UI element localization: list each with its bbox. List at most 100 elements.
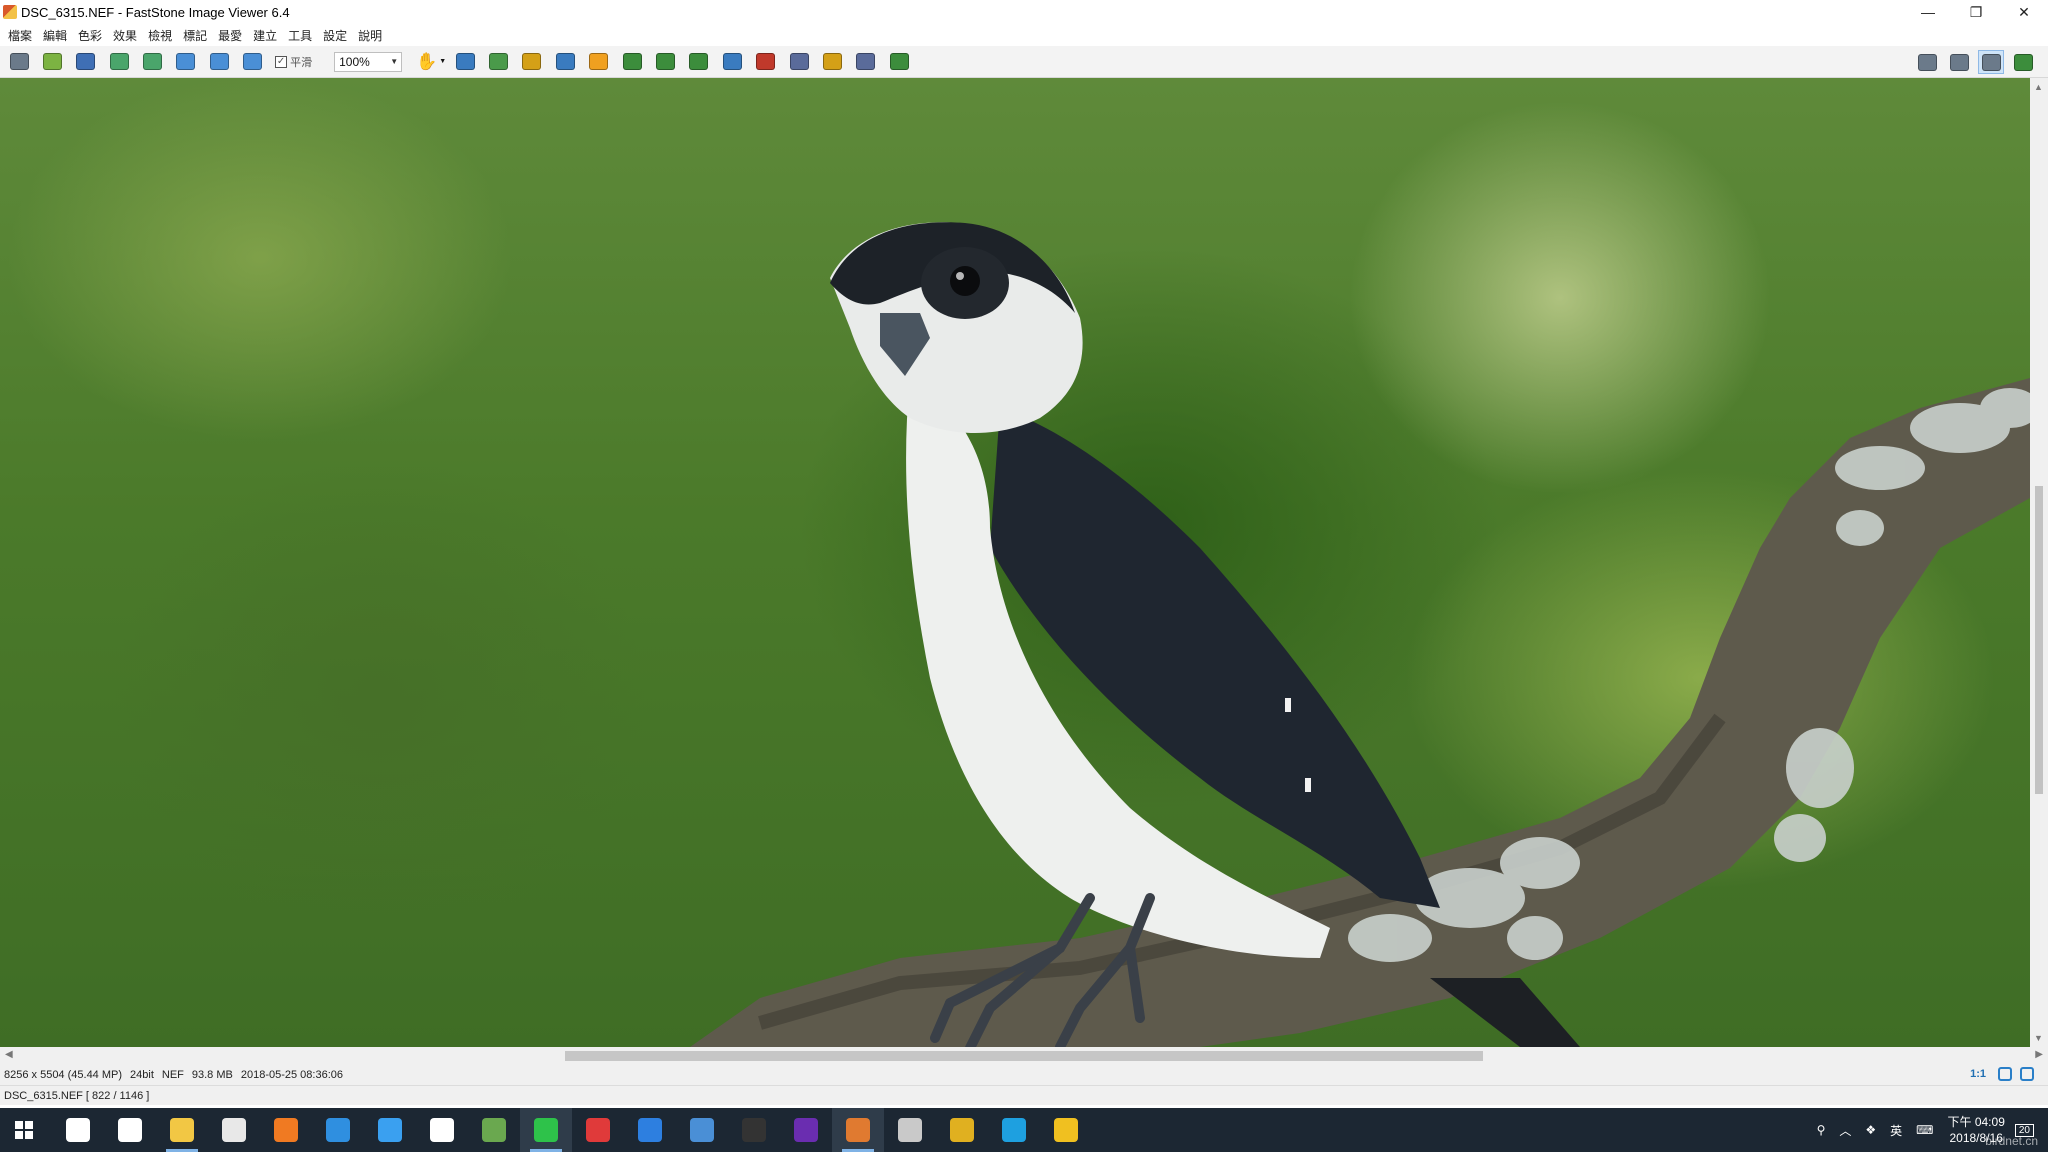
slideshow-icon <box>756 53 776 70</box>
actual-size-button[interactable]: 1:1 <box>1970 1068 1986 1080</box>
zoom-select[interactable]: 100% ▼ <box>334 51 403 72</box>
flip-icon <box>722 53 742 70</box>
image-viewer[interactable] <box>0 78 2030 1047</box>
draw-button[interactable] <box>786 50 812 74</box>
taskbar-faststone[interactable] <box>832 1108 884 1152</box>
close-button[interactable]: ✕ <box>2000 0 2048 24</box>
brightness-button[interactable] <box>586 50 612 74</box>
minimize-button[interactable]: — <box>1904 0 1952 24</box>
start-button[interactable] <box>0 1108 48 1152</box>
slideshow-button[interactable] <box>753 50 779 74</box>
tray-time: 下午 04:09 <box>1947 1115 2005 1129</box>
next-button[interactable] <box>140 50 166 74</box>
avast-icon <box>274 1118 298 1142</box>
image-filesize: 93.8 MB <box>191 1069 233 1081</box>
flip-button[interactable] <box>719 50 745 74</box>
menu-favorites[interactable]: 最愛 <box>214 27 249 44</box>
taskbar-firefox[interactable] <box>676 1108 728 1152</box>
horizontal-scrollbar[interactable]: ◀ ▶ <box>0 1047 2048 1065</box>
menu-tag[interactable]: 標記 <box>179 27 214 44</box>
taskbar-penguin[interactable] <box>1040 1108 1092 1152</box>
taskbar-line[interactable] <box>520 1108 572 1152</box>
taskbar-film[interactable] <box>884 1108 936 1152</box>
crop-button[interactable] <box>486 50 512 74</box>
cloud-icon <box>378 1118 402 1142</box>
menu-edit[interactable]: 編輯 <box>39 27 74 44</box>
horizontal-scroll-thumb[interactable] <box>565 1051 1483 1061</box>
zoom-in-button[interactable] <box>173 50 199 74</box>
checkbox-box[interactable]: ✓ <box>275 55 288 68</box>
fit-screen-icon[interactable] <box>2020 1067 2034 1081</box>
menu-help[interactable]: 說明 <box>354 27 389 44</box>
menu-effects[interactable]: 效果 <box>109 27 144 44</box>
taskbar-camera-app[interactable] <box>572 1108 624 1152</box>
scroll-down-arrow-icon[interactable]: ▼ <box>2034 1033 2043 1043</box>
taskbar-chrome[interactable] <box>936 1108 988 1152</box>
browser-mode-button[interactable] <box>1914 50 1940 74</box>
toolbar-view-modes <box>1914 50 2042 74</box>
single-view-button[interactable] <box>1978 50 2004 74</box>
restore-button[interactable]: ❐ <box>1952 0 2000 24</box>
taskbar-cloud[interactable] <box>364 1108 416 1152</box>
person-icon <box>622 53 642 70</box>
taskbar-file-explorer[interactable] <box>156 1108 208 1152</box>
open-button[interactable] <box>6 50 32 74</box>
people-icon[interactable]: ⚲ <box>1817 1123 1826 1137</box>
tray-overflow-icon[interactable]: ︿ <box>1839 1122 1851 1139</box>
task-view-icon <box>118 1118 142 1142</box>
dropbox-icon[interactable]: ❖ <box>1865 1123 1876 1137</box>
color-adjust-icon <box>522 53 542 70</box>
taskbar-skype[interactable] <box>988 1108 1040 1152</box>
draw-icon <box>789 53 809 70</box>
resize-button[interactable] <box>452 50 478 74</box>
wallpaper-button[interactable] <box>886 50 912 74</box>
smooth-label: 平滑 <box>290 56 313 69</box>
wechat-icon <box>430 1118 454 1142</box>
previous-button[interactable] <box>106 50 132 74</box>
actual-size-icon <box>243 53 263 70</box>
nx2-icon <box>742 1118 766 1142</box>
fit-window-icon[interactable] <box>1998 1067 2012 1081</box>
email-button[interactable] <box>819 50 845 74</box>
rotate-right-button[interactable] <box>686 50 712 74</box>
scroll-left-arrow-icon[interactable]: ◀ <box>5 1049 13 1060</box>
menu-settings[interactable]: 設定 <box>319 27 354 44</box>
save-button[interactable] <box>73 50 99 74</box>
smooth-checkbox[interactable]: ✓ 平滑 <box>275 54 312 70</box>
print-button[interactable] <box>853 50 879 74</box>
compare-button[interactable] <box>552 50 578 74</box>
scroll-right-arrow-icon[interactable]: ▶ <box>2035 1049 2043 1060</box>
rotate-left-button[interactable] <box>652 50 678 74</box>
thumbnail-mode-button[interactable] <box>1946 50 1972 74</box>
taskbar-nx2[interactable] <box>728 1108 780 1152</box>
menu-file[interactable]: 檔案 <box>4 27 39 44</box>
taskbar-store[interactable] <box>312 1108 364 1152</box>
window-title: DSC_6315.NEF - FastStone Image Viewer 6.… <box>21 4 290 20</box>
menu-color[interactable]: 色彩 <box>74 27 109 44</box>
taskbar-mail[interactable] <box>208 1108 260 1152</box>
keyboard-icon[interactable]: ⌨ <box>1916 1123 1933 1137</box>
color-adjust-button[interactable] <box>519 50 545 74</box>
taskbar-task-view[interactable] <box>104 1108 156 1152</box>
zoom-out-button[interactable] <box>206 50 232 74</box>
ime-indicator[interactable]: 英 <box>1890 1122 1902 1139</box>
toolbar: ✓ 平滑 100% ▼ ✋ ▼ <box>0 46 2048 78</box>
taskbar-c-app[interactable] <box>780 1108 832 1152</box>
taskbar-photo-app[interactable] <box>468 1108 520 1152</box>
pan-hand-icon[interactable]: ✋ ▼ <box>416 50 446 74</box>
taskbar-search[interactable] <box>52 1108 104 1152</box>
scroll-up-arrow-icon[interactable]: ▲ <box>2034 82 2043 92</box>
menu-tools[interactable]: 工具 <box>284 27 319 44</box>
image-dimensions: 8256 x 5504 (45.44 MP) <box>4 1069 123 1081</box>
taskbar-wechat[interactable] <box>416 1108 468 1152</box>
menu-view[interactable]: 檢視 <box>144 27 179 44</box>
person-button[interactable] <box>619 50 645 74</box>
menu-create[interactable]: 建立 <box>249 27 284 44</box>
taskbar-avast[interactable] <box>260 1108 312 1152</box>
vertical-scrollbar[interactable]: ▲ ▼ <box>2030 78 2048 1047</box>
taskbar-edge[interactable] <box>624 1108 676 1152</box>
actual-size-button[interactable] <box>240 50 266 74</box>
vertical-scroll-thumb[interactable] <box>2035 486 2043 794</box>
fullscreen-button[interactable] <box>2010 50 2036 74</box>
browse-button[interactable] <box>39 50 65 74</box>
